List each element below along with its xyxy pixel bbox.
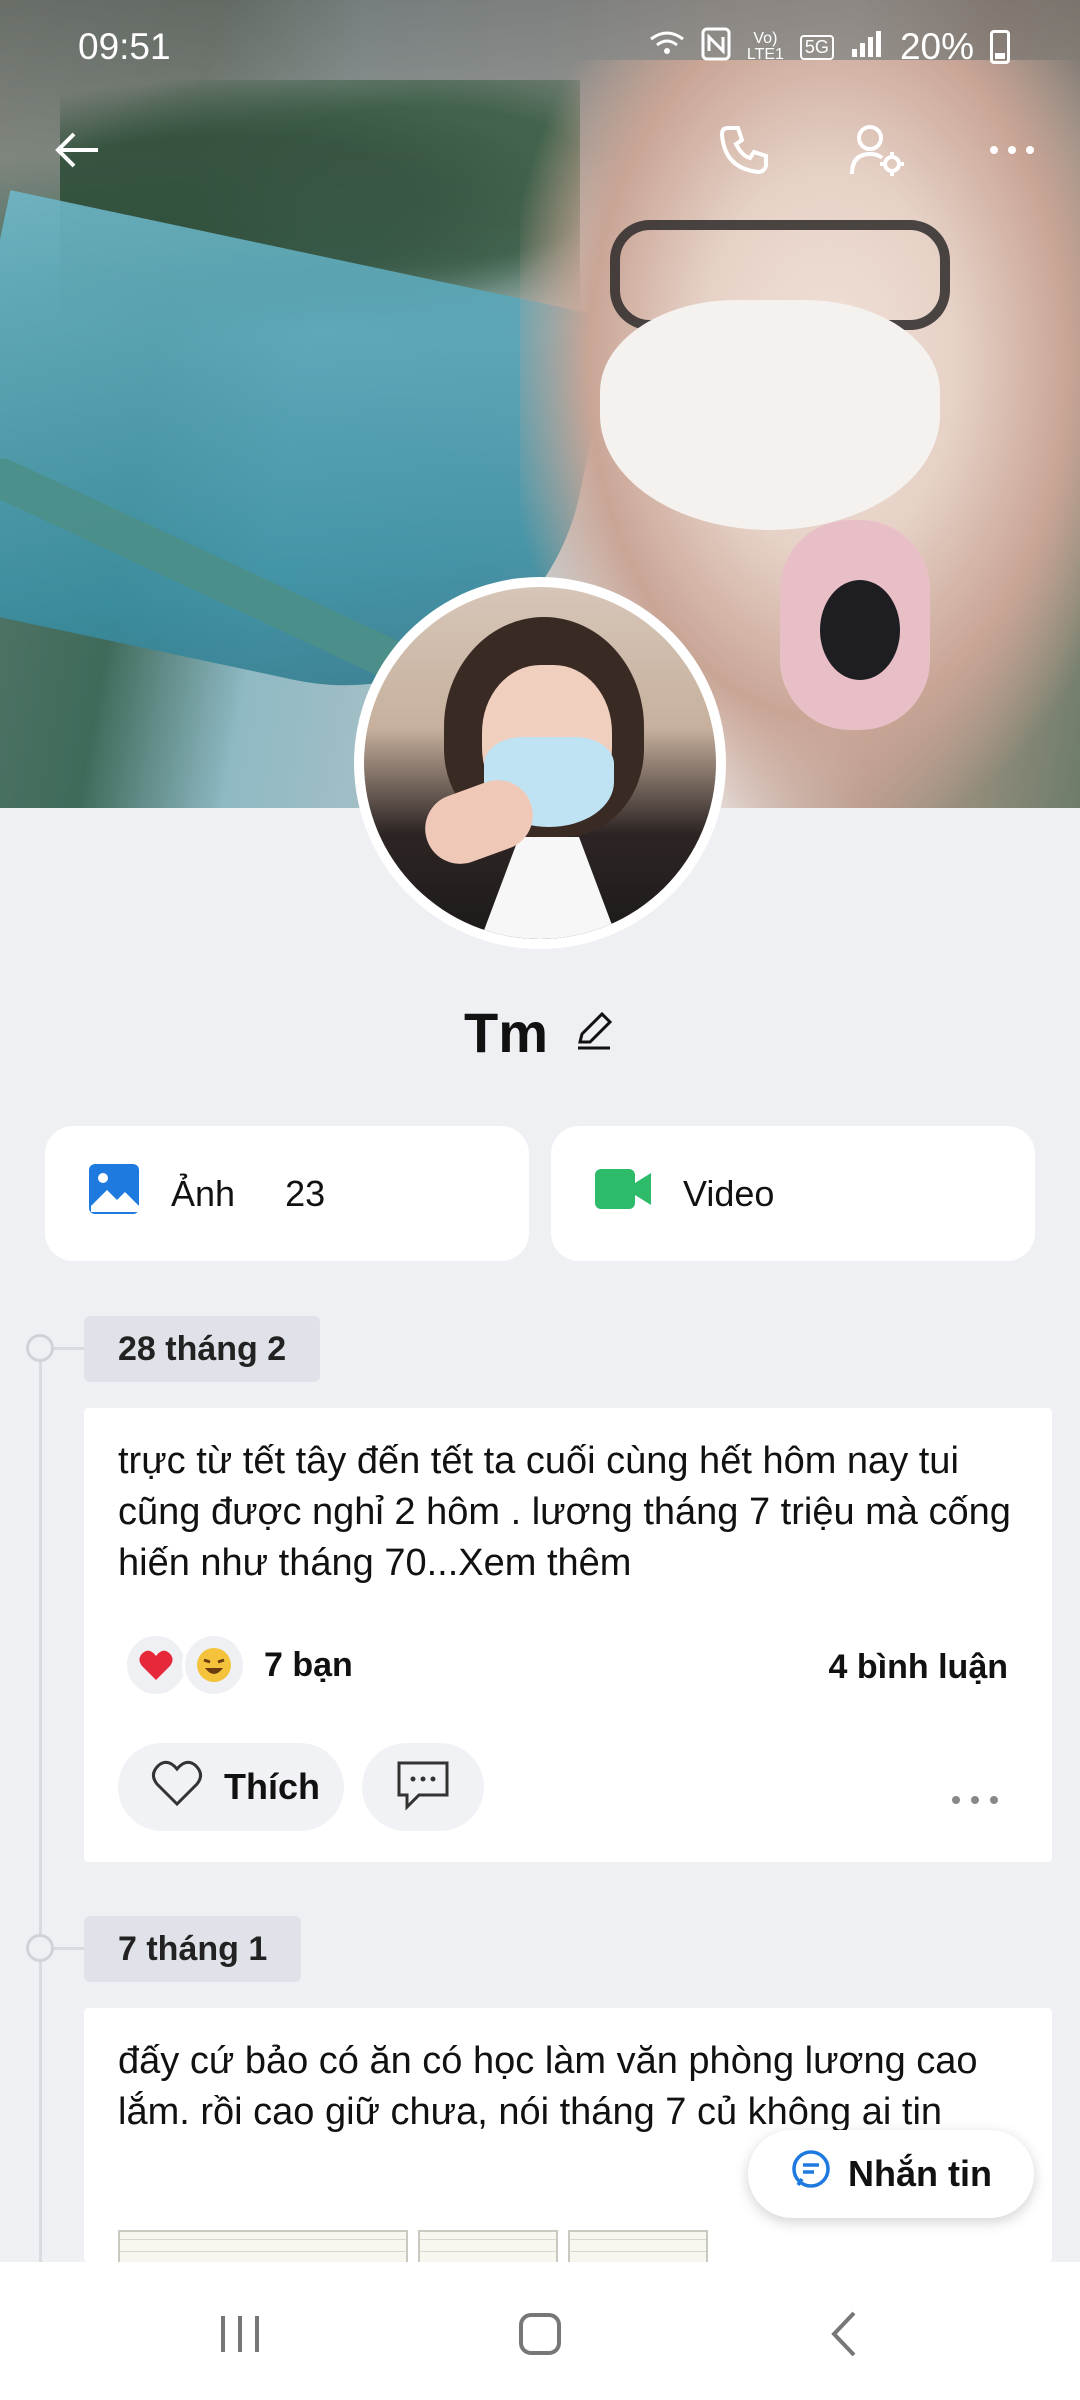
post-text[interactable]: đấy cứ bảo có ăn có học làm văn phòng lư… [118, 2036, 1018, 2138]
laugh-reaction-icon [182, 1633, 246, 1697]
battery-icon [990, 30, 1010, 64]
home-icon[interactable] [500, 2304, 580, 2364]
photos-button[interactable]: Ảnh 23 [45, 1126, 529, 1261]
photos-label: Ảnh [171, 1172, 236, 1214]
video-label: Video [683, 1172, 775, 1214]
status-time: 09:51 [78, 26, 171, 67]
timeline-connector [54, 1947, 84, 1950]
more-horizontal-icon[interactable] [982, 120, 1042, 180]
video-button[interactable]: Video [551, 1126, 1035, 1261]
lte-label: LTE1 [746, 46, 784, 63]
profile-avatar[interactable] [354, 577, 726, 949]
timeline-line [39, 1348, 42, 2348]
post-more-icon[interactable] [950, 1763, 1000, 1817]
post-text[interactable]: trực từ tết tây đến tết ta cuối cùng hết… [118, 1436, 1018, 1589]
date-chip: 28 tháng 2 [84, 1316, 321, 1382]
system-back-icon[interactable] [804, 2304, 884, 2364]
profile-name: Tm [464, 1001, 548, 1064]
5g-icon: 5G [799, 34, 834, 60]
profile-action-bar [0, 100, 1080, 190]
post-card[interactable]: trực từ tết tây đến tết ta cuối cùng hết… [84, 1408, 1052, 1862]
recent-apps-icon[interactable] [200, 2304, 280, 2364]
comment-button[interactable] [362, 1743, 484, 1831]
comment-bubble-icon [395, 1759, 451, 1816]
like-label: Thích [224, 1766, 320, 1807]
chat-icon [790, 2149, 832, 2200]
photos-count: 23 [285, 1172, 326, 1214]
phone-icon[interactable] [714, 120, 774, 180]
comment-count[interactable]: 4 bình luận [829, 1648, 1008, 1687]
date-chip: 7 tháng 1 [84, 1916, 302, 1982]
battery-percent: 20% [899, 26, 974, 67]
timeline-dot [26, 1934, 54, 1962]
nfc-icon [701, 27, 731, 68]
send-message-label: Nhắn tin [848, 2153, 992, 2194]
send-message-button[interactable]: Nhắn tin [748, 2130, 1034, 2218]
user-settings-icon[interactable] [848, 120, 908, 180]
image-icon [87, 1162, 141, 1225]
volte-icon: Vo) LTE1 [747, 31, 784, 63]
timeline-dot [26, 1334, 54, 1362]
back-arrow-icon[interactable] [48, 120, 108, 180]
timeline-connector [54, 1347, 84, 1350]
reactions-summary[interactable]: 7 bạn [124, 1633, 353, 1697]
heart-outline-icon [150, 1758, 204, 1817]
system-navigation-bar [0, 2262, 1080, 2400]
pencil-icon[interactable] [572, 1008, 616, 1057]
like-button[interactable]: Thích [118, 1743, 344, 1831]
signal-icon [850, 29, 884, 66]
reaction-count: 7 bạn [264, 1645, 353, 1684]
profile-name-row: Tm [0, 1000, 1080, 1065]
heart-reaction-icon [124, 1633, 188, 1697]
volte-label: Vo) [753, 30, 778, 47]
status-bar: 09:51 Vo) LTE1 5G 20% [0, 0, 1080, 92]
wifi-icon [649, 29, 685, 66]
video-camera-icon [593, 1165, 653, 1222]
